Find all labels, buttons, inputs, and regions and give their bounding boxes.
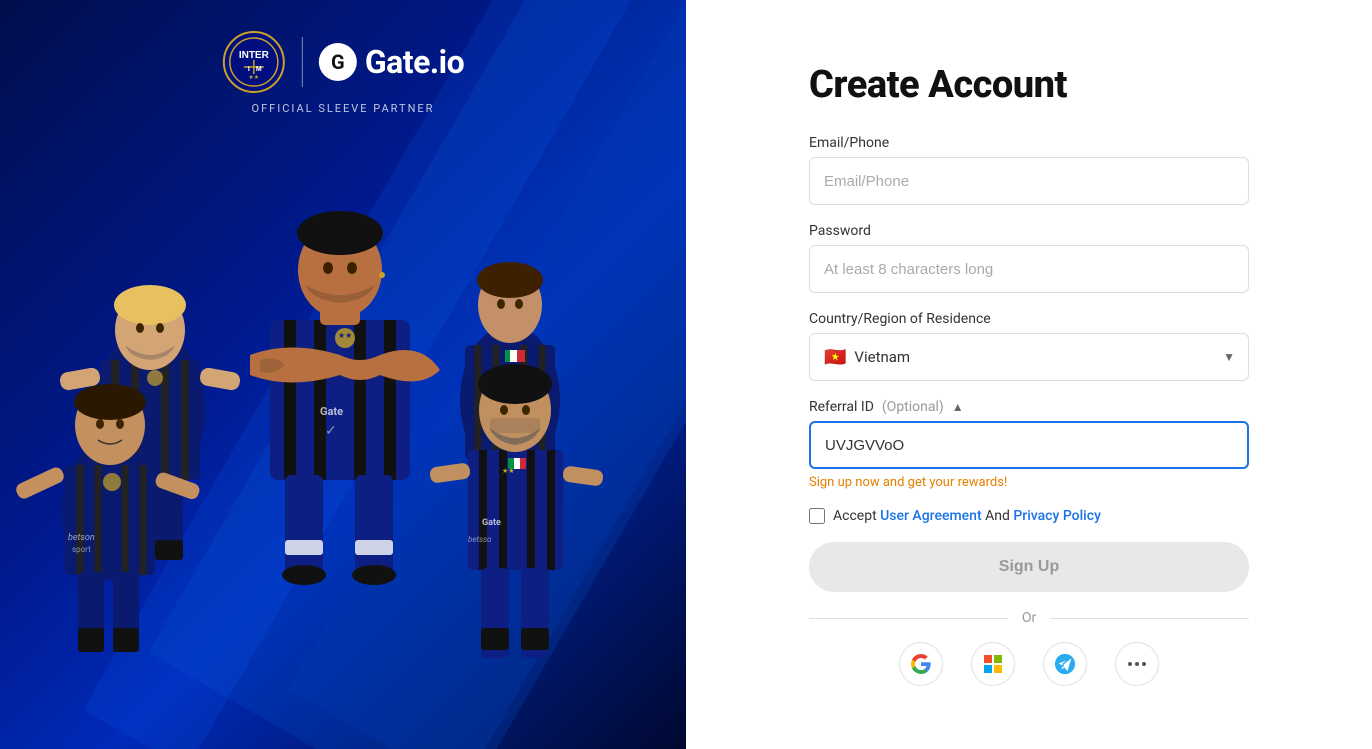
svg-text:★★: ★★ [248,74,259,81]
country-select[interactable]: 🇻🇳 Vietnam [809,333,1249,381]
country-field-group: Country/Region of Residence 🇻🇳 Vietnam ▼ [809,311,1249,381]
referral-label-row: Referral ID (Optional) ▲ [809,399,1249,415]
or-divider: Or [809,610,1249,626]
accept-checkbox[interactable] [809,508,825,524]
user-agreement-link[interactable]: User Agreement [880,508,981,524]
referral-toggle-icon[interactable]: ▲ [952,400,964,414]
google-signin-button[interactable] [899,642,943,686]
ms-blue [984,665,992,673]
ms-green [994,655,1002,663]
rewards-text: Sign up now and get your rewards! [809,475,1249,490]
dot-3 [1142,662,1146,666]
players-scene: ✓ [0,130,686,749]
players-svg: ✓ [0,130,686,749]
svg-text:I: I [248,66,250,73]
more-options-button[interactable] [1115,642,1159,686]
logo-area: INTER ★★ I M G Gate.io OFFICIAL SLEEVE P… [222,30,464,115]
form-title: Create Account [809,63,1249,107]
svg-text:sport: sport [72,545,91,554]
svg-text:✓: ✓ [325,423,337,439]
accept-row: Accept User Agreement And Privacy Policy [809,508,1249,524]
referral-input[interactable] [809,421,1249,469]
ms-yellow [994,665,1002,673]
svg-text:betsso: betsso [468,535,492,544]
svg-text:M: M [256,66,262,73]
logo-divider [302,37,303,87]
country-flag: 🇻🇳 [824,347,846,368]
svg-text:Gate: Gate [320,405,343,418]
form-container: Create Account Email/Phone Password Coun… [809,63,1249,686]
country-wrapper: 🇻🇳 Vietnam ▼ [809,333,1249,381]
country-value: Vietnam [854,348,910,366]
password-field-group: Password [809,223,1249,293]
right-panel: Create Account Email/Phone Password Coun… [686,0,1372,749]
or-line-left [809,618,1008,619]
logo-row: INTER ★★ I M G Gate.io [222,30,464,94]
referral-field-group: Referral ID (Optional) ▲ Sign up now and… [809,399,1249,490]
password-label: Password [809,223,1249,239]
svg-text:INTER: INTER [239,50,270,61]
player-front-right: Gate ★★ betsso [429,364,604,658]
or-line-right [1050,618,1249,619]
accept-text: Accept User Agreement And Privacy Policy [833,508,1101,524]
referral-optional: (Optional) [882,399,944,415]
player-center-main: Gate ★★ ✓ [250,211,440,585]
svg-text:★★: ★★ [502,467,515,475]
inter-milan-badge: INTER ★★ I M [222,30,286,94]
country-label: Country/Region of Residence [809,311,1249,327]
email-input[interactable] [809,157,1249,205]
svg-text:★★: ★★ [338,331,352,340]
svg-text:betson: betson [68,533,95,543]
ms-red [984,655,992,663]
signup-button[interactable]: Sign Up [809,542,1249,592]
microsoft-signin-button[interactable] [971,642,1015,686]
email-field-group: Email/Phone [809,135,1249,205]
telegram-signin-button[interactable] [1043,642,1087,686]
dot-2 [1135,662,1139,666]
gate-logo: G Gate.io [319,43,464,81]
password-input[interactable] [809,245,1249,293]
dot-1 [1128,662,1132,666]
email-label: Email/Phone [809,135,1249,151]
social-buttons-row [809,642,1249,686]
gate-logo-text: Gate.io [365,43,464,81]
or-text: Or [1022,610,1036,626]
more-icon [1128,662,1146,666]
telegram-icon [1054,653,1076,675]
left-panel: INTER ★★ I M G Gate.io OFFICIAL SLEEVE P… [0,0,686,749]
referral-label: Referral ID [809,399,874,415]
gate-g-icon: G [319,43,357,81]
privacy-policy-link[interactable]: Privacy Policy [1013,508,1101,524]
microsoft-icon [984,655,1002,673]
official-sleeve-text: OFFICIAL SLEEVE PARTNER [252,102,435,115]
svg-text:Gate: Gate [482,518,501,528]
google-icon [911,654,931,674]
